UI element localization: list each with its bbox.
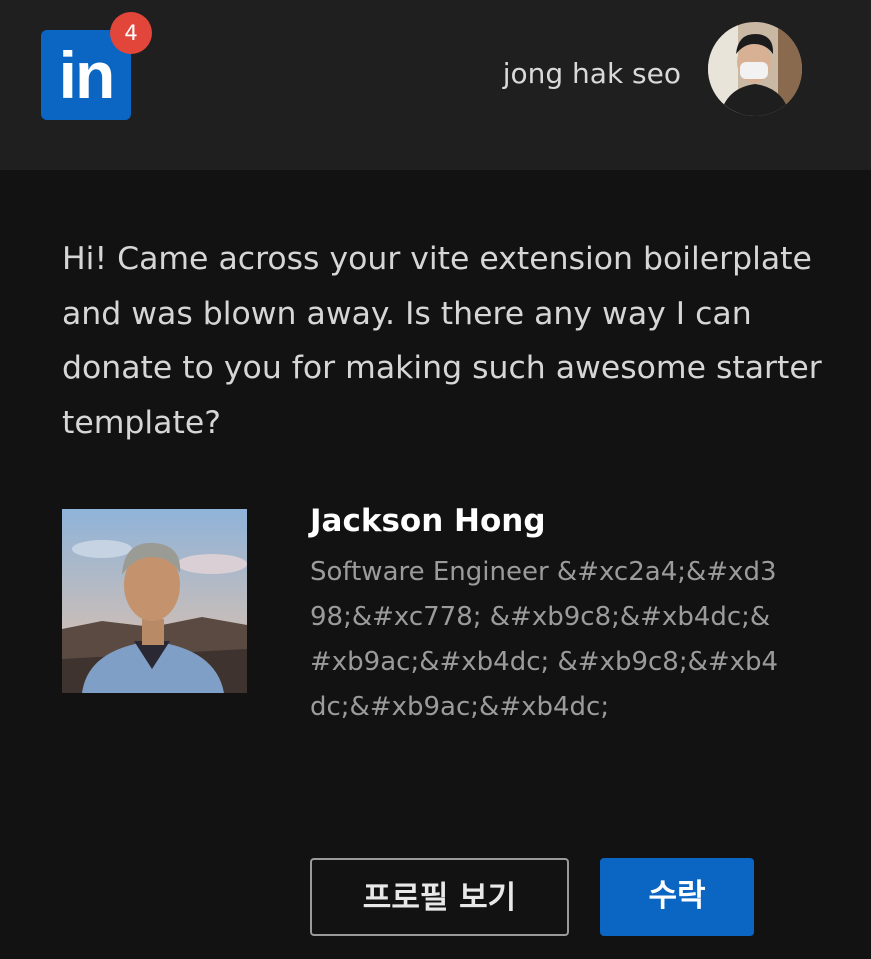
sender-headline: Software Engineer &#xc2a4;&#xd398;&#xc77… [310,557,779,722]
accept-button[interactable]: 수락 [600,858,754,936]
message-text: Hi! Came across your vite extension boil… [62,241,822,441]
user-avatar[interactable] [708,22,802,116]
logo-text: in [58,38,116,112]
profile-photo-image [62,509,247,693]
email-notification: in 4 jong hak seo Hi! Came across your v… [0,0,871,959]
header-bar: in 4 jong hak seo [0,0,871,170]
account-name: jong hak seo [502,57,681,90]
sender-profile-photo[interactable] [62,509,247,693]
view-profile-button[interactable]: 프로필 보기 [310,858,569,936]
avatar-photo [708,22,802,116]
notification-badge: 4 [110,12,152,54]
sender-name: Jackson Hong [310,503,546,539]
